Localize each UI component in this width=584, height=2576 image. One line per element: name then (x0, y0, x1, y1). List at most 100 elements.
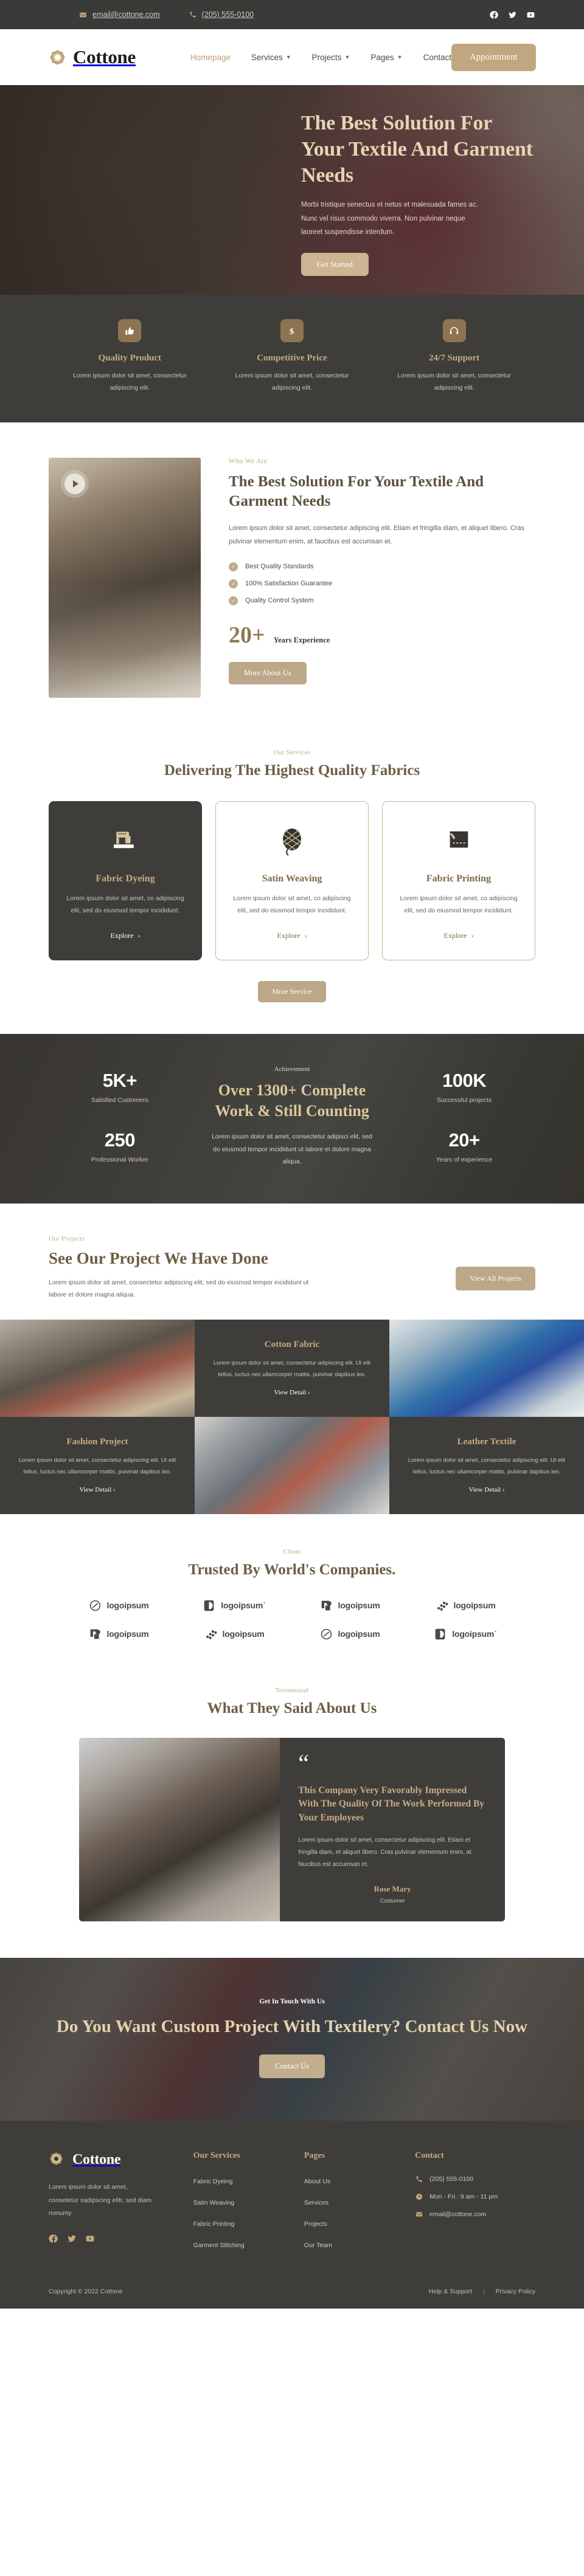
project-card-leather-textile[interactable]: Leather Textile Lorem ipsum dolor sit am… (389, 1416, 584, 1514)
footer-contact-phone[interactable]: (205) 555-0100 (415, 2175, 535, 2183)
footer-link-services[interactable]: Services (304, 2199, 328, 2206)
twitter-icon[interactable] (67, 2234, 77, 2247)
nav-menu: Homepage Services ▼ Projects ▼ Pages ▼ C… (190, 53, 451, 62)
footer-link-fabric-dyeing[interactable]: Fabric Dyeing (193, 2178, 233, 2185)
nav-item-services[interactable]: Services ▼ (251, 53, 291, 62)
project-text: Lorem ipsum dolor sit amet, consectetur … (408, 1457, 566, 1475)
service-explore-link[interactable]: Explore › (444, 919, 474, 940)
service-card-satin-weaving[interactable]: Satin Weaving Lorem ipsum dolor sit amet… (215, 801, 369, 960)
stat-professional-worker: 250 Professional Worker (49, 1129, 191, 1163)
view-all-projects-button[interactable]: View All Projects (456, 1266, 535, 1290)
project-view-detail-link[interactable]: View Detail › (468, 1486, 504, 1493)
footer-help-support-link[interactable]: Help & Support (429, 2288, 472, 2295)
topbar-phone-link[interactable]: (205) 555-0100 (189, 10, 254, 19)
dots-slant-logo-icon (204, 1628, 217, 1641)
footer-link-fabric-printing[interactable]: Fabric Printing (193, 2220, 235, 2228)
clock-icon (415, 2193, 423, 2200)
youtube-icon[interactable] (85, 2234, 95, 2247)
project-image-factory (195, 1416, 389, 1514)
about-section: Who We Are The Best Solution For Your Te… (0, 422, 584, 735)
checklist-item: ✓ Best Quality Standards (229, 562, 535, 571)
footer-column-heading: Contact (415, 2151, 444, 2161)
footer-links-separator: | (482, 2288, 485, 2296)
client-logo-text: logoipsum (338, 1629, 380, 1639)
checklist-label: Quality Control System (245, 597, 314, 605)
checklist-item: ✓ 100% Satisfaction Guarantee (229, 579, 535, 588)
facebook-icon[interactable] (489, 10, 499, 19)
hero-get-started-button[interactable]: Get Started (301, 252, 369, 276)
footer-link-satin-weaving[interactable]: Satin Weaving (193, 2199, 235, 2206)
service-text: Lorem ipsum dolor sit amet, co adipiscin… (400, 894, 518, 915)
about-paragraph: Lorem ipsum dolor sit amet, consectetur … (229, 524, 525, 546)
svg-text:$: $ (290, 326, 294, 336)
projects-section: Our Projects See Our Project We Have Don… (0, 1204, 584, 1514)
stat-number: 250 (104, 1129, 136, 1151)
more-about-us-button[interactable]: More About Us (229, 661, 307, 684)
half-circle-logo-icon (203, 1599, 215, 1612)
chevron-right-icon: › (137, 931, 141, 940)
project-image-sewing-machine (389, 1319, 584, 1417)
achievement-stats-left: 5K+ Satisfied Customers 250 Professional… (49, 1070, 191, 1163)
feature-text: Lorem ipsum dolor sit amet, consectetur … (72, 372, 187, 391)
footer-privacy-policy-link[interactable]: Privacy Policy (496, 2288, 535, 2295)
client-logo: logoipsum (61, 1628, 176, 1641)
project-card-cotton-fabric[interactable]: Cotton Fabric Lorem ipsum dolor sit amet… (195, 1319, 389, 1417)
more-service-button[interactable]: More Service (257, 980, 327, 1002)
topbar-email-link[interactable]: email@cottone.com (79, 10, 160, 19)
twitter-icon[interactable] (507, 10, 517, 19)
feature-card-quality-product: Quality Product Lorem ipsum dolor sit am… (49, 319, 211, 394)
footer-link-our-team[interactable]: Our Team (304, 2242, 332, 2249)
footer-link-projects[interactable]: Projects (304, 2220, 327, 2228)
nav-item-pages[interactable]: Pages ▼ (370, 53, 402, 62)
stat-number: 20+ (448, 1129, 481, 1151)
project-title: Cotton Fabric (264, 1340, 320, 1350)
service-card-fabric-dyeing[interactable]: Fabric Dyeing Lorem ipsum dolor sit amet… (49, 801, 202, 960)
about-image (49, 457, 201, 698)
feature-card-competitive-price: $ Competitive Price Lorem ipsum dolor si… (211, 319, 374, 394)
projects-eyebrow: Our Projects (49, 1235, 85, 1242)
cta-contact-button[interactable]: Contact Us (259, 2054, 325, 2079)
stat-label: Successful projects (436, 1097, 492, 1104)
testimonial-title: What They Said About Us (207, 1700, 377, 1717)
appointment-button[interactable]: Appointment (451, 43, 536, 71)
client-logo: logoipsum (61, 1599, 176, 1612)
phone-icon (415, 2175, 423, 2183)
achievement-content: Achievement Over 1300+ Complete Work & S… (203, 1066, 381, 1168)
service-title: Fabric Printing (426, 873, 492, 884)
years-experience: 20+ Years Experience (229, 624, 535, 647)
project-view-detail-link[interactable]: View Detail › (274, 1389, 310, 1396)
play-button-icon[interactable] (64, 473, 85, 494)
about-content: Who We Are The Best Solution For Your Te… (229, 458, 535, 684)
testimonial-eyebrow: Testimonial (275, 1686, 309, 1694)
nav-item-contact[interactable]: Contact (423, 53, 452, 62)
client-logo-text: logoipsum (453, 1600, 496, 1611)
nav-item-projects[interactable]: Projects ▼ (312, 53, 350, 62)
envelope-icon (79, 11, 87, 19)
footer-contact-email[interactable]: email@cottone.com (415, 2211, 535, 2218)
footer-link-about-us[interactable]: About Us (304, 2178, 330, 2185)
stat-years-of-experience: 20+ Years of experience (393, 1129, 535, 1163)
yarn-ball-icon (278, 822, 306, 860)
footer-brand-logo[interactable]: Cottone (49, 2151, 179, 2169)
service-card-fabric-printing[interactable]: Fabric Printing Lorem ipsum dolor sit am… (382, 801, 535, 960)
nav-item-homepage[interactable]: Homepage (190, 53, 231, 62)
brand-logo[interactable]: Cottone (49, 46, 136, 68)
top-bar-social (489, 10, 535, 19)
youtube-icon[interactable] (526, 10, 535, 19)
service-explore-link[interactable]: Explore › (277, 919, 307, 940)
service-explore-link[interactable]: Explore › (111, 919, 141, 940)
project-image-threads (0, 1319, 195, 1417)
feature-card-support: 24/7 Support Lorem ipsum dolor sit amet,… (373, 319, 535, 394)
facebook-icon[interactable] (49, 2234, 58, 2247)
hero-title: The Best Solution For Your Textile And G… (301, 112, 533, 187)
footer-link-garment-stitching[interactable]: Garment Stitching (193, 2242, 245, 2249)
client-logo: logoipsum (292, 1628, 408, 1641)
project-view-detail-link[interactable]: View Detail › (79, 1486, 115, 1493)
client-logo: logoipsum (408, 1599, 523, 1612)
phone-icon (189, 11, 196, 18)
footer-column-heading: Pages (304, 2151, 325, 2161)
project-card-fashion-project[interactable]: Fashion Project Lorem ipsum dolor sit am… (0, 1416, 195, 1514)
topbar-phone-text: (205) 555-0100 (201, 10, 254, 19)
chevron-down-icon: ▼ (285, 54, 291, 60)
chevron-right-icon: › (113, 1486, 116, 1494)
